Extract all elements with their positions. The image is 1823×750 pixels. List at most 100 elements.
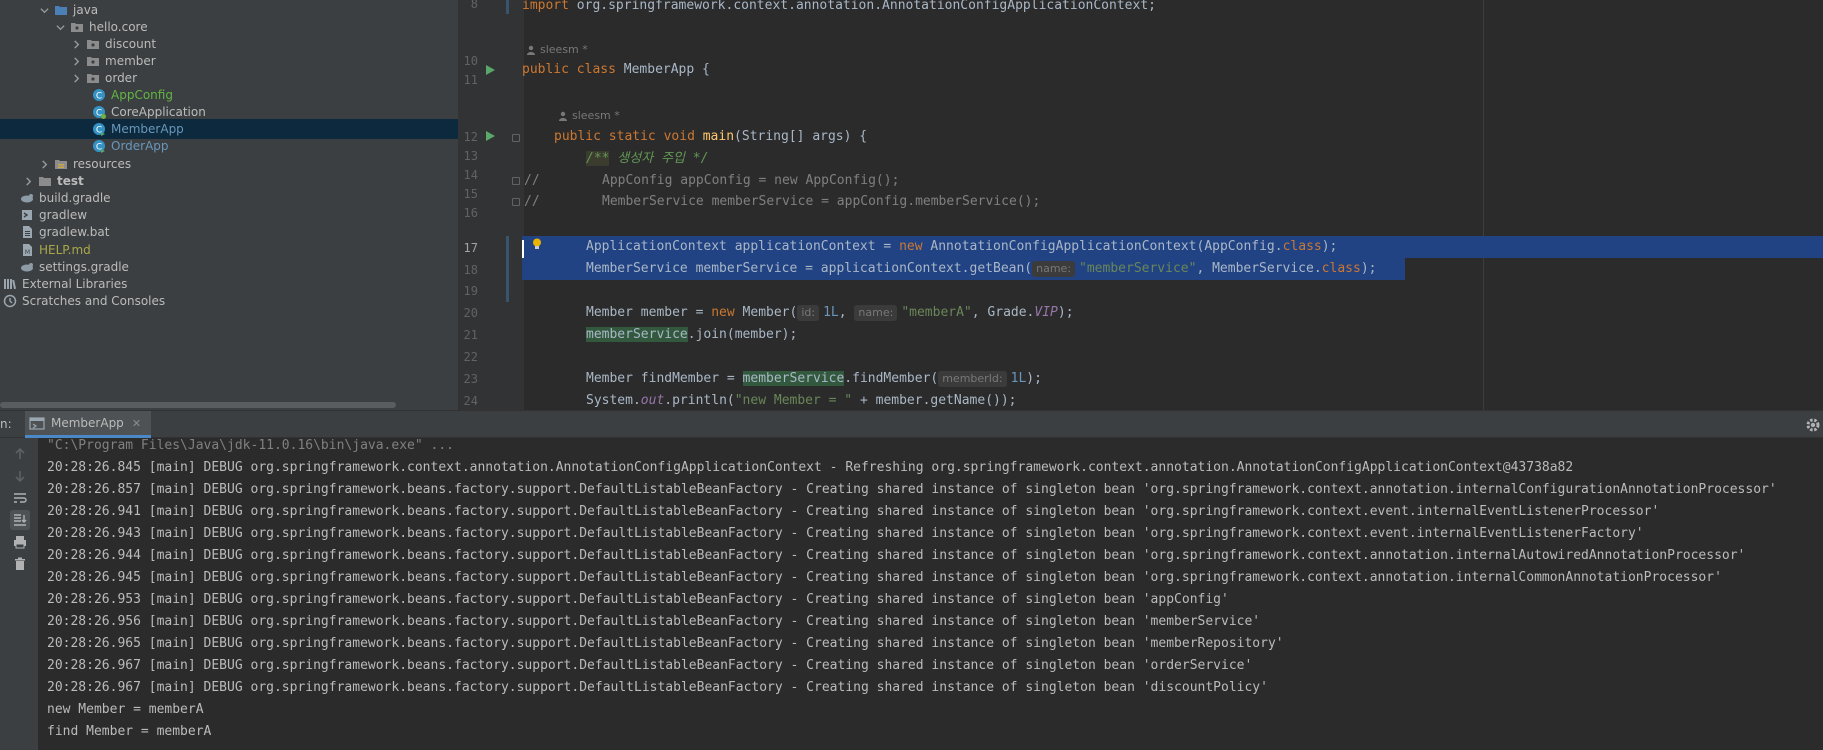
code-line-15-comment-mark: // bbox=[524, 194, 540, 209]
console-output[interactable]: "C:\Program Files\Java\jdk-11.0.16\bin\j… bbox=[38, 438, 1823, 750]
code-token: main bbox=[694, 129, 735, 144]
scroll-to-end-button[interactable] bbox=[10, 510, 30, 530]
scroll-down-button[interactable] bbox=[10, 466, 30, 486]
code-token: memberService bbox=[586, 327, 688, 342]
chevron-right-icon[interactable] bbox=[38, 158, 50, 170]
run-gutter-icon[interactable] bbox=[486, 65, 495, 75]
package-icon bbox=[86, 37, 100, 51]
console-line: 20:28:26.965 [main] DEBUG org.springfram… bbox=[47, 636, 1284, 651]
svg-text:M: M bbox=[25, 249, 30, 256]
code-author-hint[interactable]: sleesm * bbox=[526, 43, 588, 56]
chevron-right-icon[interactable] bbox=[70, 55, 82, 67]
gear-icon[interactable] bbox=[1805, 417, 1821, 433]
code-token: org.springframework.context.annotation.A… bbox=[568, 0, 1156, 13]
fold-icon[interactable] bbox=[512, 198, 520, 206]
run-header: n: MemberApp ✕ bbox=[0, 410, 1823, 438]
person-icon bbox=[527, 45, 535, 55]
tree-item-label: discount bbox=[105, 37, 157, 51]
change-marker bbox=[506, 236, 509, 302]
code-token: .println( bbox=[664, 393, 735, 408]
project-tree-panel: java hello.core discount member order C … bbox=[0, 0, 458, 410]
tree-item-scratches[interactable]: Scratches and Consoles bbox=[0, 291, 458, 311]
scroll-up-button[interactable] bbox=[10, 444, 30, 464]
code-token: ApplicationContext applicationContext = bbox=[586, 239, 900, 254]
chevron-right-icon[interactable] bbox=[70, 72, 82, 84]
parameter-hint: name: bbox=[1032, 261, 1076, 277]
arrow-up-icon bbox=[15, 447, 25, 459]
tree-item-label: java bbox=[73, 3, 99, 17]
code-editor[interactable]: 8 10 11 12 13 14 15 16 17 18 19 20 21 22… bbox=[458, 0, 1823, 410]
code-line-23: Member findMember = memberService.findMe… bbox=[586, 369, 1042, 389]
code-line-13: /** 생성자 주입 */ bbox=[586, 149, 708, 169]
chevron-right-icon[interactable] bbox=[70, 38, 82, 50]
code-token: MemberApp { bbox=[615, 62, 710, 77]
code-token: void bbox=[655, 129, 695, 144]
horizontal-scrollbar[interactable] bbox=[0, 402, 396, 408]
code-token: , Grade. bbox=[971, 305, 1035, 320]
tree-item-gradlew-bat[interactable]: gradlew.bat bbox=[0, 222, 458, 242]
console-line: find Member = memberA bbox=[47, 724, 212, 739]
chevron-down-icon[interactable] bbox=[54, 21, 66, 33]
author-label: sleesm * bbox=[572, 109, 620, 122]
clear-all-button[interactable] bbox=[10, 554, 30, 574]
fold-icon[interactable] bbox=[512, 134, 520, 142]
fold-icon[interactable] bbox=[512, 177, 520, 185]
soft-wrap-icon bbox=[14, 493, 27, 503]
tab-memberapp[interactable]: MemberApp ✕ bbox=[25, 411, 152, 438]
tree-item-label: OrderApp bbox=[111, 139, 169, 153]
class-icon: C bbox=[92, 88, 106, 102]
code-line-12: public static void main(String[] args) { bbox=[554, 127, 867, 147]
code-token: , bbox=[838, 305, 855, 320]
code-line-15: MemberService memberService = appConfig.… bbox=[602, 194, 1041, 209]
run-label: n: bbox=[0, 417, 12, 431]
print-button[interactable] bbox=[10, 532, 30, 552]
svg-text:C: C bbox=[96, 92, 102, 102]
arrow-down-icon bbox=[15, 471, 25, 483]
code-line-18: MemberService memberService = applicatio… bbox=[586, 259, 1376, 279]
tree-item-label: order bbox=[105, 71, 137, 85]
code-line-8: import org.springframework.context.annot… bbox=[522, 0, 1156, 16]
code-token: /** bbox=[586, 151, 610, 166]
tree-item-label: External Libraries bbox=[22, 277, 128, 291]
code-token: ); bbox=[1321, 239, 1338, 254]
class-icon: C bbox=[92, 122, 106, 136]
chevron-right-icon[interactable] bbox=[22, 175, 34, 187]
tree-item-label: test bbox=[57, 174, 84, 188]
tree-item-label: member bbox=[105, 54, 156, 68]
close-icon[interactable]: ✕ bbox=[132, 417, 141, 430]
code-author-hint[interactable]: sleesm * bbox=[558, 109, 620, 122]
console-line: 20:28:26.953 [main] DEBUG org.springfram… bbox=[47, 592, 1229, 607]
line-number: 20 bbox=[463, 306, 478, 320]
console-line: 20:28:26.956 [main] DEBUG org.springfram… bbox=[47, 614, 1261, 629]
line-number: 10 bbox=[463, 54, 478, 68]
folder-icon bbox=[54, 3, 68, 17]
soft-wrap-button[interactable] bbox=[10, 488, 30, 508]
code-line-14-comment-mark: // bbox=[524, 173, 540, 188]
console-line: new Member = memberA bbox=[47, 702, 204, 717]
line-number: 21 bbox=[463, 328, 478, 342]
chevron-down-icon[interactable] bbox=[38, 4, 50, 16]
code-token: ); bbox=[1057, 305, 1074, 320]
parameter-hint: id: bbox=[797, 305, 820, 321]
code-token: "memberA" bbox=[901, 305, 972, 320]
code-token: System. bbox=[586, 393, 641, 408]
library-icon bbox=[3, 277, 17, 291]
line-number: 11 bbox=[463, 73, 478, 87]
console-line: 20:28:26.944 [main] DEBUG org.springfram… bbox=[47, 548, 1746, 563]
line-number: 16 bbox=[463, 206, 478, 220]
code-token: ); bbox=[1360, 261, 1377, 276]
code-token: .findMember( bbox=[844, 371, 939, 386]
code-token: class bbox=[1282, 239, 1322, 254]
folder-icon bbox=[38, 174, 52, 188]
line-number: 24 bbox=[463, 394, 478, 408]
tree-item-label: CoreApplication bbox=[111, 105, 206, 119]
code-token: Member( bbox=[734, 305, 798, 320]
run-gutter-icon[interactable] bbox=[486, 131, 495, 141]
line-number: 13 bbox=[463, 149, 478, 163]
lightbulb-icon[interactable] bbox=[530, 237, 544, 251]
tree-item-orderapp[interactable]: C OrderApp bbox=[0, 136, 458, 156]
console-line: 20:28:26.967 [main] DEBUG org.springfram… bbox=[47, 658, 1253, 673]
right-margin-guide bbox=[1483, 0, 1484, 410]
tree-item-label: HELP.md bbox=[39, 243, 91, 257]
terminal-file-icon bbox=[20, 208, 34, 222]
